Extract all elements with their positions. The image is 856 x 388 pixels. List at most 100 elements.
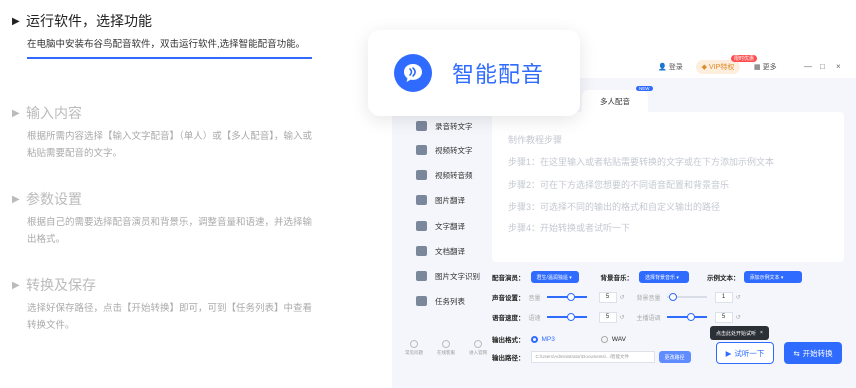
- mp3-label: MP3: [541, 335, 555, 343]
- more-label: 更多: [762, 64, 777, 71]
- trial-listen-button[interactable]: ▶ 试听一下: [716, 342, 774, 364]
- placeholder-line: 步骤2：可在下方选择您想要的不同语音配置和背景音乐: [508, 180, 730, 190]
- speed-slider[interactable]: [546, 313, 587, 321]
- step-1-title: ▶ 运行软件，选择功能: [12, 12, 322, 30]
- format-label: 输出格式：: [492, 337, 525, 344]
- maximize-button[interactable]: □: [820, 62, 825, 71]
- sidebar-item-text-translate[interactable]: 文字翻译: [416, 218, 465, 234]
- slider-knob[interactable]: [686, 313, 695, 321]
- faq-button[interactable]: 常见问题: [404, 340, 424, 356]
- sidebar-item-label: 文字翻译: [435, 221, 465, 231]
- row-volume: 声音设置： 音量 5 ↺ 背景音量 1 ↺: [492, 290, 741, 304]
- pitch-value[interactable]: 5: [714, 311, 733, 323]
- speed-value[interactable]: 5: [598, 311, 617, 323]
- text-input-area[interactable]: 制作教程步骤 步骤1：在这里输入或者粘贴需要转换的文字或在下方添加示例文本 步骤…: [492, 112, 844, 262]
- sample-label: 示例文本：: [707, 275, 740, 282]
- grid-icon: ▦: [754, 64, 761, 71]
- radio-wav[interactable]: [600, 335, 608, 343]
- convert-icon: ⇆: [793, 348, 800, 358]
- list-icon: [416, 296, 427, 306]
- login-label: 登录: [668, 64, 683, 71]
- actor-dropdown[interactable]: 君生/温润独遥 ▾: [530, 271, 579, 283]
- voice-bubble-icon: [394, 54, 432, 92]
- triangle-right-icon: ▶: [12, 193, 20, 205]
- support-button[interactable]: 在线客服: [436, 340, 456, 356]
- step-3-desc: 根据自己的需要选择配音演员和背景乐，调整音量和语速，并选择输出格式。: [27, 217, 313, 245]
- diamond-icon: ◆: [701, 64, 708, 71]
- translate-icon: [416, 221, 427, 231]
- login-button[interactable]: 👤 登录: [658, 62, 683, 72]
- scan-text-icon: [416, 271, 427, 281]
- film-icon: [416, 170, 427, 180]
- sidebar-item-doc-translate[interactable]: 文档翻译: [416, 243, 465, 259]
- reset-icon[interactable]: ↺: [620, 314, 625, 321]
- trial-label: 试听一下: [734, 348, 765, 358]
- sidebar-item-video-to-text[interactable]: 视频转文字: [416, 142, 473, 158]
- radio-mp3[interactable]: [530, 335, 538, 343]
- bg-volume-sublabel: 背景音量: [636, 295, 661, 302]
- volume-value[interactable]: 5: [598, 291, 617, 303]
- question-icon: [410, 340, 418, 348]
- globe-icon: [474, 340, 482, 348]
- slider-knob[interactable]: [668, 293, 677, 301]
- card-title: 智能配音: [452, 62, 545, 87]
- step-3-title: ▶ 参数设置: [12, 190, 322, 208]
- website-button[interactable]: 进入官网: [468, 340, 488, 356]
- slider-knob[interactable]: [566, 293, 575, 301]
- headset-icon: [442, 340, 450, 348]
- placeholder-line: 步骤4：开始转换或者试听一下: [508, 223, 631, 233]
- minimize-button[interactable]: —: [804, 62, 812, 71]
- wav-label: WAV: [611, 335, 626, 343]
- row-speed: 语音速度： 语速 5 ↺ 主播语调 5 ↺: [492, 310, 741, 324]
- sidebar-item-ocr[interactable]: 图片文字识别: [416, 268, 480, 284]
- bg-volume-value[interactable]: 1: [714, 291, 733, 303]
- bgm-dropdown[interactable]: 选择背景音乐 ▾: [639, 271, 689, 283]
- step-4: ▶ 转换及保存 选择好保存路径，点击【开始转换】即可，可到【任务列表】中查看转换文…: [12, 276, 322, 334]
- step-1-desc: 在电脑中安装布谷鸟配音软件，双击运行软件,选择智能配音功能。: [27, 39, 306, 50]
- vip-button[interactable]: ◆ VIP特权: [696, 60, 740, 74]
- sidebar-item-label: 视频转音频: [435, 170, 473, 180]
- sidebar-item-audio-to-text[interactable]: 录音转文字: [416, 118, 473, 134]
- bgm-label: 背景音乐：: [600, 275, 634, 282]
- play-icon: ▶: [725, 348, 732, 358]
- path-label: 输出路径：: [492, 355, 525, 362]
- product-card: 智能配音: [368, 30, 580, 116]
- volume-sublabel: 音量: [528, 295, 541, 302]
- speed-label: 语音速度：: [492, 315, 525, 322]
- start-convert-button[interactable]: ⇆ 开始转换: [784, 342, 842, 364]
- step-3: ▶ 参数设置 根据自己的需要选择配音演员和背景乐，调整音量和语速，并选择输出格式。: [12, 190, 322, 248]
- bg-volume-slider[interactable]: [666, 293, 707, 301]
- output-path-input[interactable]: C:\Users\Administrator\Documents\...\智能文…: [530, 351, 655, 363]
- sidebar-item-label: 文档翻译: [435, 246, 465, 256]
- reset-icon[interactable]: ↺: [736, 294, 741, 301]
- close-button[interactable]: ×: [836, 62, 841, 71]
- pitch-sublabel: 主播语调: [636, 315, 661, 322]
- sidebar-item-task-list[interactable]: 任务列表: [416, 293, 465, 309]
- sidebar-item-label: 视频转文字: [435, 145, 473, 155]
- step-1-title-text: 运行软件，选择功能: [26, 13, 152, 29]
- more-button[interactable]: ▦ 更多: [754, 62, 777, 72]
- step-4-title-text: 转换及保存: [26, 277, 96, 293]
- triangle-right-icon: ▶: [12, 15, 20, 27]
- pitch-slider[interactable]: [666, 313, 707, 321]
- slider-knob[interactable]: [566, 313, 575, 321]
- volume-slider[interactable]: [546, 293, 587, 301]
- faq-label: 常见问题: [405, 350, 423, 355]
- step-3-title-text: 参数设置: [26, 191, 82, 207]
- support-label: 在线客服: [437, 350, 455, 355]
- tab-multi-voice[interactable]: 多人配音: [582, 90, 648, 112]
- change-path-button[interactable]: 更改路径: [658, 351, 691, 363]
- step-2: ▶ 输入内容 根据所需内容选择【输入文字配音】（单人）或【多人配音】，输入或粘贴需…: [12, 104, 322, 162]
- sidebar-item-label: 图片翻译: [435, 195, 465, 205]
- reset-icon[interactable]: ↺: [736, 314, 741, 321]
- image-icon: [416, 195, 427, 205]
- reset-icon[interactable]: ↺: [620, 294, 625, 301]
- step-2-title-text: 输入内容: [26, 105, 82, 121]
- sidebar-item-image-translate[interactable]: 图片翻译: [416, 192, 465, 208]
- step-2-title: ▶ 输入内容: [12, 104, 322, 122]
- sidebar-item-video-to-audio[interactable]: 视频转音频: [416, 167, 473, 183]
- tooltip-close-icon[interactable]: ×: [760, 330, 763, 336]
- website-label: 进入官网: [469, 350, 487, 355]
- sample-dropdown[interactable]: 添加示例文本 ▾: [743, 271, 802, 283]
- microphone-icon: [416, 121, 427, 131]
